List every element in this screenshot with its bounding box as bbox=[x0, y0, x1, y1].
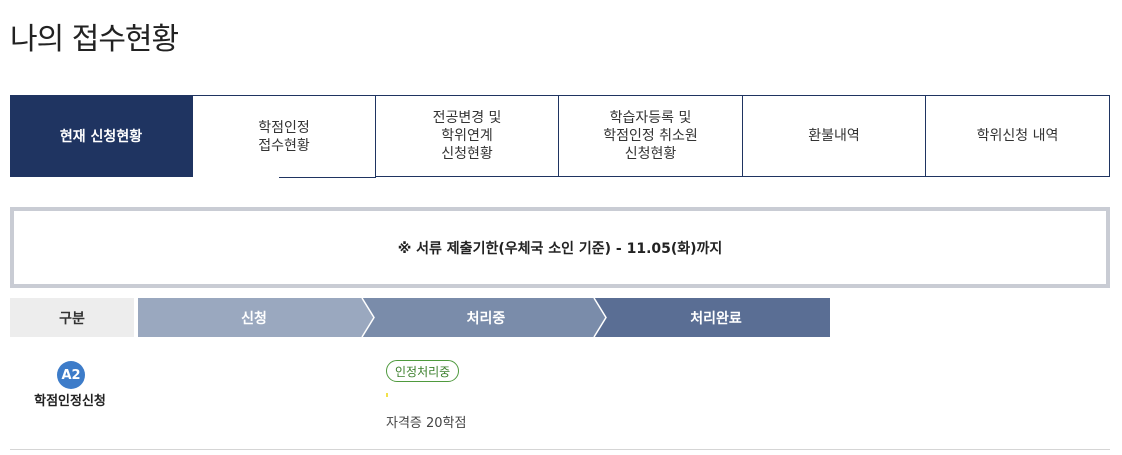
status-tabs: 현재 신청현황 학점인정 접수현황 전공변경 및 학위연계 신청현황 학습자등록… bbox=[10, 95, 1110, 178]
tab-major-change[interactable]: 전공변경 및 학위연계 신청현황 bbox=[376, 95, 559, 177]
tab-degree-application-history[interactable]: 학위신청 내역 bbox=[926, 95, 1110, 177]
page-title: 나의 접수현황 bbox=[10, 22, 179, 57]
tab-refund-history[interactable]: 환불내역 bbox=[743, 95, 926, 177]
tab-label: 환불내역 bbox=[808, 128, 860, 144]
application-detail: 자격증 20학점 bbox=[386, 416, 467, 431]
tab-current-applications[interactable]: 현재 신청현황 bbox=[10, 95, 193, 177]
tab-label: 학점인정 접수현황 bbox=[258, 119, 310, 154]
application-item: A2 학점인정신청 인정처리중 자격증 20학점 bbox=[10, 355, 1110, 450]
tab-label: 학습자등록 및 학점인정 취소원 신청현황 bbox=[603, 110, 698, 162]
progress-header: 구분 신청 처리중 처리완료 bbox=[10, 298, 830, 337]
notice-text: ※ 서류 제출기한(우체국 소인 기준) - 11.05(화)까지 bbox=[397, 240, 723, 257]
tab-label: 학위신청 내역 bbox=[976, 128, 1059, 144]
tab-label: 현재 신청현황 bbox=[59, 128, 143, 145]
tab-label: 전공변경 및 학위연계 신청현황 bbox=[432, 110, 502, 162]
submission-deadline-notice: ※ 서류 제출기한(우체국 소인 기준) - 11.05(화)까지 bbox=[10, 207, 1110, 288]
progress-category-label: 구분 bbox=[10, 298, 134, 337]
step-apply: 신청 bbox=[241, 310, 267, 327]
step-complete: 처리완료 bbox=[690, 310, 742, 327]
application-code-badge: A2 bbox=[57, 361, 85, 389]
tab-learner-registration[interactable]: 학습자등록 및 학점인정 취소원 신청현황 bbox=[559, 95, 743, 177]
status-marker bbox=[386, 393, 388, 397]
status-badge: 인정처리중 bbox=[386, 360, 460, 382]
application-title: 학점인정신청 bbox=[34, 394, 106, 409]
step-processing: 처리중 bbox=[466, 310, 506, 327]
tab-credit-recognition[interactable]: 학점인정 접수현황 bbox=[193, 95, 376, 178]
progress-steps: 신청 처리중 처리완료 bbox=[138, 298, 830, 337]
